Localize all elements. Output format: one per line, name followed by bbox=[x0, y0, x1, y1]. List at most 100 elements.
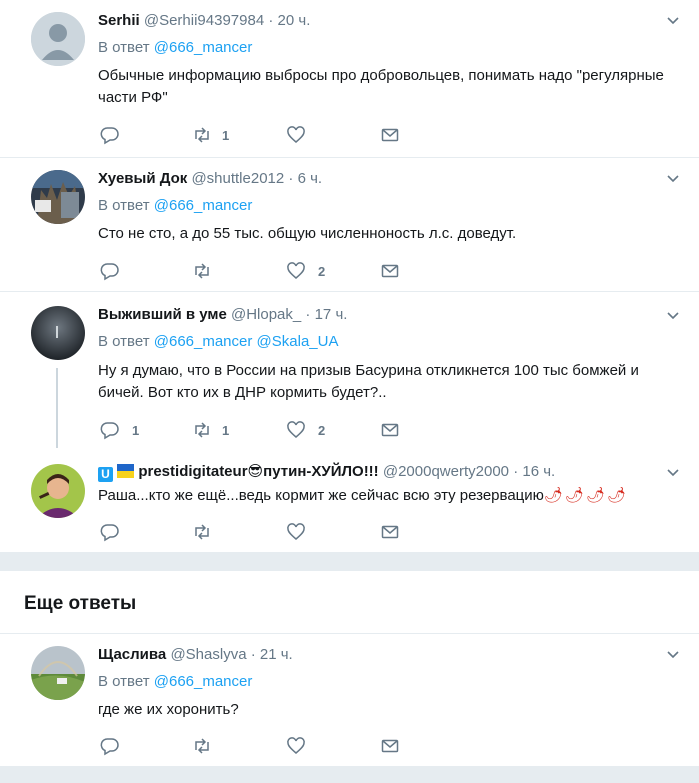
user-photo bbox=[31, 306, 85, 360]
user-handle[interactable]: @shuttle2012 bbox=[191, 170, 284, 187]
tweet-serhii[interactable]: Serhii @Serhii94397984 · 20 ч. В ответ @… bbox=[0, 0, 699, 158]
separator-dot: · bbox=[513, 463, 519, 480]
user-handle[interactable]: @Serhii94397984 bbox=[144, 12, 264, 29]
tweet-header: Щаслива @Shaslyva · 21 ч. bbox=[98, 645, 293, 665]
retweet-button[interactable] bbox=[192, 522, 226, 542]
chili-pepper-emojis: 🌶🌶🌶🌶 bbox=[543, 487, 629, 504]
conversation-thread: Выживший в уме @Hlopak_ · 17 ч. В ответ … bbox=[0, 292, 699, 552]
chevron-down-icon[interactable] bbox=[666, 648, 680, 662]
retweet-button[interactable] bbox=[192, 261, 226, 281]
timestamp[interactable]: 6 ч. bbox=[298, 170, 323, 187]
direct-message-button[interactable] bbox=[380, 125, 400, 145]
tweet-prestidigitateur[interactable]: U prestidigitateur😎путин-ХУЙЛО!!! @2000q… bbox=[0, 452, 699, 552]
like-button[interactable] bbox=[286, 125, 320, 145]
more-replies-header: Еще ответы bbox=[0, 570, 699, 634]
retweet-count: 1 bbox=[222, 422, 230, 438]
timestamp[interactable]: 16 ч. bbox=[522, 463, 555, 480]
reply-mention[interactable]: @666_mancer bbox=[154, 39, 253, 56]
reply-prefix: В ответ bbox=[98, 39, 150, 56]
reply-button[interactable] bbox=[100, 261, 134, 281]
reply-mention[interactable]: @666_mancer bbox=[154, 673, 253, 690]
section-gap bbox=[0, 552, 699, 570]
display-name[interactable]: Хуевый Док bbox=[98, 170, 187, 187]
reply-context: В ответ @666_mancer @Skala_UA bbox=[98, 332, 338, 352]
user-handle[interactable]: @2000qwerty2000 bbox=[383, 463, 509, 480]
retweet-icon bbox=[195, 524, 209, 540]
reply-button[interactable] bbox=[100, 125, 134, 145]
chevron-down-icon[interactable] bbox=[666, 172, 680, 186]
chevron-down-icon[interactable] bbox=[666, 14, 680, 28]
tweet-actions: 1 1 2 bbox=[98, 420, 418, 440]
tweet-actions bbox=[98, 736, 418, 756]
tweet-header: Serhii @Serhii94397984 · 20 ч. bbox=[98, 11, 310, 31]
reply-context: В ответ @666_mancer bbox=[98, 672, 252, 692]
like-count: 2 bbox=[318, 422, 326, 438]
like-icon bbox=[287, 421, 305, 438]
like-icon bbox=[287, 126, 305, 143]
reply-icon bbox=[100, 738, 119, 756]
reply-icon bbox=[100, 263, 119, 281]
timestamp[interactable]: 17 ч. bbox=[315, 306, 348, 323]
display-name-tail[interactable]: путин-ХУЙЛО!!! bbox=[263, 463, 379, 480]
tweet-actions: 1 bbox=[98, 125, 418, 145]
like-button[interactable] bbox=[286, 736, 320, 756]
display-name[interactable]: Выживший в уме bbox=[98, 306, 227, 323]
reply-button[interactable] bbox=[100, 736, 134, 756]
like-button[interactable]: 2 bbox=[286, 261, 325, 281]
like-button[interactable] bbox=[286, 522, 320, 542]
direct-message-button[interactable] bbox=[380, 420, 400, 440]
default-avatar-icon bbox=[31, 12, 85, 66]
timestamp[interactable]: 21 ч. bbox=[260, 646, 293, 663]
avatar[interactable] bbox=[31, 646, 85, 700]
retweet-icon bbox=[195, 263, 209, 279]
reply-button[interactable] bbox=[100, 522, 134, 542]
retweet-icon bbox=[195, 738, 209, 754]
separator-dot: · bbox=[305, 306, 311, 323]
tweet-vyzhivshiy[interactable]: Выживший в уме @Hlopak_ · 17 ч. В ответ … bbox=[0, 292, 699, 452]
tweet-huevy-dok[interactable]: Хуевый Док @shuttle2012 · 6 ч. В ответ @… bbox=[0, 158, 699, 292]
like-count: 2 bbox=[318, 263, 326, 279]
chevron-down-icon[interactable] bbox=[666, 309, 680, 323]
reply-mention[interactable]: @666_mancer bbox=[154, 197, 253, 214]
retweet-button[interactable]: 1 bbox=[192, 420, 229, 440]
reply-context: В ответ @666_mancer bbox=[98, 196, 252, 216]
more-replies-title: Еще ответы bbox=[24, 593, 137, 614]
like-icon bbox=[287, 523, 305, 540]
direct-message-button[interactable] bbox=[380, 261, 400, 281]
user-handle[interactable]: @Hlopak_ bbox=[231, 306, 301, 323]
timestamp[interactable]: 20 ч. bbox=[278, 12, 311, 29]
chevron-down-icon[interactable] bbox=[666, 466, 680, 480]
tweet-header: Выживший в уме @Hlopak_ · 17 ч. bbox=[98, 305, 347, 325]
reply-prefix: В ответ bbox=[98, 333, 150, 350]
retweet-button[interactable]: 1 bbox=[192, 125, 229, 145]
user-handle[interactable]: @Shaslyva bbox=[170, 646, 246, 663]
message-icon bbox=[381, 264, 399, 278]
user-photo bbox=[31, 646, 85, 700]
direct-message-button[interactable] bbox=[380, 736, 400, 756]
like-button[interactable]: 2 bbox=[286, 420, 325, 440]
tweet-header: Хуевый Док @shuttle2012 · 6 ч. bbox=[98, 169, 322, 189]
message-icon bbox=[381, 423, 399, 437]
avatar[interactable] bbox=[31, 464, 85, 518]
retweet-button[interactable] bbox=[192, 736, 226, 756]
reply-button[interactable]: 1 bbox=[100, 420, 139, 440]
avatar[interactable] bbox=[31, 12, 85, 66]
reply-mention[interactable]: @666_mancer @Skala_UA bbox=[154, 333, 339, 350]
reply-count: 1 bbox=[132, 422, 140, 438]
user-photo bbox=[31, 464, 85, 518]
like-icon bbox=[287, 262, 305, 279]
sunglasses-emoji: 😎 bbox=[247, 463, 264, 480]
avatar[interactable] bbox=[31, 306, 85, 360]
like-icon bbox=[287, 737, 305, 754]
avatar[interactable] bbox=[31, 170, 85, 224]
tweet-shchasliva[interactable]: Щаслива @Shaslyva · 21 ч. В ответ @666_m… bbox=[0, 634, 699, 767]
display-name[interactable]: Щаслива bbox=[98, 646, 166, 663]
tweet-text: Обычные информацию выбросы про доброволь… bbox=[98, 67, 664, 106]
retweet-count: 1 bbox=[222, 127, 230, 143]
display-name[interactable]: Serhii bbox=[98, 12, 140, 29]
tweet-text: Ну я думаю, что в России на призыв Басур… bbox=[98, 362, 639, 401]
display-name[interactable]: prestidigitateur bbox=[138, 463, 247, 480]
message-icon bbox=[381, 128, 399, 142]
separator-dot: · bbox=[250, 646, 256, 663]
direct-message-button[interactable] bbox=[380, 522, 400, 542]
